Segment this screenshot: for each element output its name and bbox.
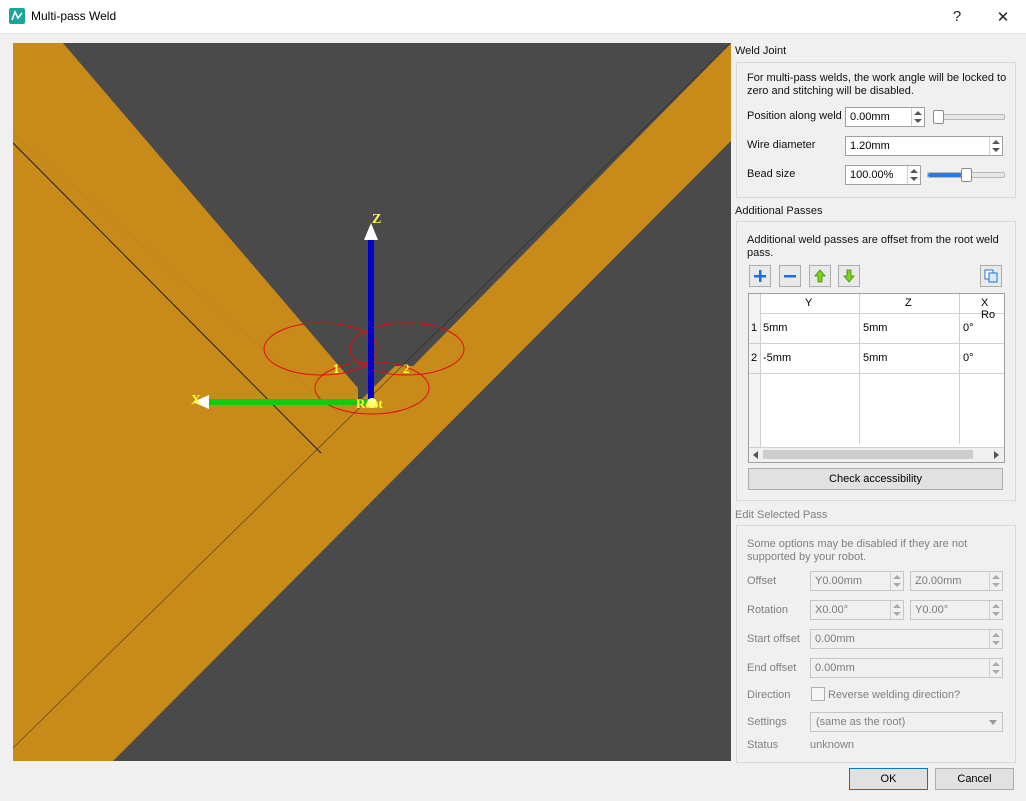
spin-arrows[interactable] [989, 659, 1002, 677]
weld-joint-group: For multi-pass welds, the work angle wil… [736, 62, 1016, 198]
weld-3d-viewport[interactable]: Z X Root 1 2 [13, 43, 731, 761]
spin-arrows[interactable] [907, 166, 920, 184]
end-offset-input[interactable]: 0.00mm [810, 658, 1003, 678]
spin-arrows[interactable] [890, 572, 903, 590]
end-offset-label: End offset [747, 662, 797, 674]
settings-label: Settings [747, 716, 787, 728]
help-button[interactable]: ? [934, 0, 980, 33]
weld-scene: Z X Root 1 2 [13, 43, 731, 761]
row-number: 1 [751, 322, 758, 334]
bead-slider-fill [928, 173, 962, 177]
z-axis-bar [368, 240, 374, 400]
status-value: unknown [810, 739, 855, 751]
table-cell-x[interactable]: 0° [963, 322, 974, 334]
row-number: 2 [751, 352, 758, 364]
reverse-direction-checkbox[interactable] [811, 687, 825, 701]
table-hscrollbar[interactable] [749, 447, 1004, 462]
minus-icon [784, 275, 796, 278]
position-input[interactable]: 0.00mm [845, 107, 925, 127]
add-pass-button[interactable] [749, 265, 771, 287]
rotation-y-input[interactable]: Y0.00° [910, 600, 1003, 620]
bead-input[interactable]: 100.00% [845, 165, 921, 185]
chevron-down-icon [989, 720, 997, 725]
spin-arrows[interactable] [989, 601, 1002, 619]
move-down-button[interactable] [838, 265, 860, 287]
spin-arrows[interactable] [989, 630, 1002, 648]
table-cell-y[interactable]: 5mm [763, 322, 787, 334]
passes-info: Additional weld passes are offset from t… [747, 234, 999, 259]
offset-y-input[interactable]: Y0.00mm [810, 571, 904, 591]
col-header-x[interactable]: X Ro [981, 297, 1004, 321]
start-offset-input[interactable]: 0.00mm [810, 629, 1003, 649]
bead-slider-handle[interactable] [960, 168, 972, 182]
spin-arrows[interactable] [911, 108, 924, 126]
z-axis-label: Z [372, 212, 381, 227]
table-cell-x[interactable]: 0° [963, 352, 974, 364]
x-axis-bar [209, 399, 371, 405]
arrow-down-icon [843, 269, 855, 283]
scroll-thumb[interactable] [763, 450, 973, 459]
reverse-direction-label[interactable]: Reverse welding direction? [828, 689, 960, 701]
rotation-label: Rotation [747, 604, 788, 616]
spin-arrows[interactable] [989, 137, 1002, 155]
scroll-left-icon[interactable] [753, 451, 758, 459]
settings-value: (same as the root) [816, 716, 906, 728]
x-axis-label: X [191, 393, 201, 408]
weld-joint-title: Weld Joint [735, 45, 787, 57]
col-header-y[interactable]: Y [805, 297, 812, 309]
offset-z-input[interactable]: Z0.00mm [910, 571, 1003, 591]
offset-label: Offset [747, 575, 777, 587]
direction-label: Direction [747, 689, 791, 701]
edit-pass-group: Some options may be disabled if they are… [736, 525, 1016, 763]
scroll-right-icon[interactable] [994, 451, 999, 459]
arrow-up-icon [814, 269, 826, 283]
rotation-x-input[interactable]: X0.00° [810, 600, 904, 620]
remove-pass-button[interactable] [779, 265, 801, 287]
wire-label: Wire diameter [747, 139, 816, 151]
edit-pass-info: Some options may be disabled if they are… [747, 538, 968, 563]
status-label: Status [747, 739, 779, 751]
spin-arrows[interactable] [989, 572, 1002, 590]
wire-input[interactable]: 1.20mm [845, 136, 1003, 156]
passes-table[interactable]: Y Z X Ro 1 5mm 5mm 0° 2 -5mm 5mm 0° [748, 293, 1005, 463]
move-up-button[interactable] [809, 265, 831, 287]
root-label: Root [356, 396, 383, 411]
additional-passes-title: Additional Passes [735, 205, 823, 217]
row-header-column [749, 294, 761, 462]
position-slider-handle[interactable] [933, 110, 944, 124]
copy-pass-button[interactable] [980, 265, 1002, 287]
position-label: Position along weld [747, 110, 842, 122]
col-header-z[interactable]: Z [905, 297, 912, 309]
weld-joint-info: For multi-pass welds, the work angle wil… [747, 72, 1007, 97]
table-cell-z[interactable]: 5mm [863, 352, 887, 364]
title-bar: Multi-pass Weld ? ✕ [0, 0, 1026, 34]
pass2-label: 2 [403, 361, 410, 376]
table-cell-y[interactable]: -5mm [763, 352, 791, 364]
edit-pass-title: Edit Selected Pass [735, 509, 828, 521]
app-icon [9, 8, 25, 24]
table-header [749, 294, 1004, 314]
close-button[interactable]: ✕ [980, 0, 1026, 33]
spin-arrows[interactable] [890, 601, 903, 619]
table-cell-z[interactable]: 5mm [863, 322, 887, 334]
pass1-label: 1 [333, 361, 340, 376]
check-accessibility-button[interactable]: Check accessibility [748, 468, 1003, 490]
bead-label: Bead size [747, 168, 796, 180]
additional-passes-group: Additional weld passes are offset from t… [736, 221, 1016, 501]
ok-button[interactable]: OK [849, 768, 928, 790]
cancel-button[interactable]: Cancel [935, 768, 1014, 790]
plus-icon [754, 270, 766, 282]
window-title: Multi-pass Weld [31, 9, 117, 23]
start-offset-label: Start offset [747, 633, 800, 645]
settings-select[interactable]: (same as the root) [810, 712, 1003, 732]
copy-icon [984, 269, 998, 283]
